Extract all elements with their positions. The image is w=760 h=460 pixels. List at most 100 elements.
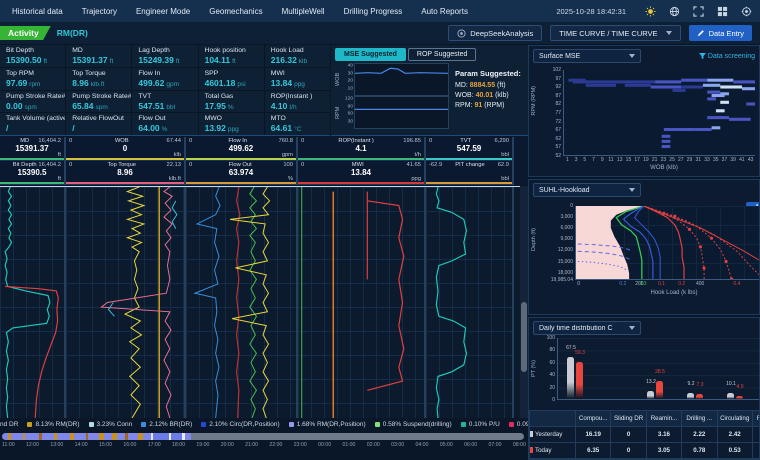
track-chart-column [186, 187, 298, 418]
bar-value-label: 10.1 [726, 381, 736, 387]
x-tick-label: 0 [577, 281, 580, 287]
metric-value: / [6, 123, 65, 133]
surface-mse-select[interactable]: Surface MSE [533, 49, 641, 63]
nav-item-geomechanics[interactable]: Geomechanics [209, 7, 262, 16]
legend-item[interactable]: 2.10% Circ(DR,Position) [201, 421, 279, 428]
data-screening-link[interactable]: Data screening [699, 53, 755, 60]
sun-icon[interactable] [645, 6, 656, 17]
mini-line-chart [355, 97, 448, 128]
metric-label: SPP [205, 70, 264, 77]
fullscreen-icon[interactable] [693, 6, 704, 17]
legend-item[interactable]: 8.13% RM(DR) [27, 421, 79, 428]
metric-cell: Flow In499.62gpm [132, 68, 197, 90]
bar-yesterday [727, 393, 734, 399]
daily-distribution-select[interactable]: Daily time distribution C [533, 321, 641, 335]
bar-yesterday [647, 391, 654, 399]
timeline-strip[interactable] [2, 433, 524, 440]
nav-item-auto-reports[interactable]: Auto Reports [421, 7, 468, 16]
track-curve-header[interactable]: 0Flow Out10063.974% [186, 161, 296, 185]
table-cell: 2.22 [682, 427, 717, 443]
activity-tabs: Activity RM(DR) [0, 22, 88, 44]
time-label: 06:00 [464, 442, 477, 448]
tracks-scrollbar[interactable] [520, 186, 528, 418]
curve-max: 62.9 [498, 162, 509, 168]
scrollbar-thumb[interactable] [521, 302, 527, 372]
x-tick-label: 1 [566, 157, 569, 163]
tab-rm-dr[interactable]: RM(DR) [57, 28, 88, 38]
track-curve-header[interactable]: MD16,404.215391.37ft [0, 137, 64, 161]
legend-label: nd DR [0, 421, 18, 428]
nav-item-multiplewell[interactable]: MultipleWell [282, 7, 325, 16]
y-tick-label: 18,000 [558, 270, 573, 276]
timeline-segment [104, 433, 112, 440]
legend-item[interactable]: 2.12% BR(DR) [141, 421, 192, 428]
track-curve-header[interactable]: -62.9PIT change62.9bbl [426, 161, 512, 185]
legend-item[interactable]: 3.23% Conn [89, 421, 133, 428]
tab-activity[interactable]: Activity [0, 26, 51, 40]
track-curve-header[interactable]: 0WOB67.440klb [66, 137, 184, 161]
timeline-segment [153, 433, 169, 440]
timeline-segment [25, 433, 38, 440]
settings-gear-icon[interactable] [741, 6, 752, 17]
hookload-select[interactable]: SUHL-Hookload [533, 183, 641, 197]
metric-cell: TVT547.51bbl [132, 91, 197, 113]
metric-unit: t/h [289, 104, 296, 111]
track-curve-header[interactable]: 0Flow In760.8499.62gpm [186, 137, 296, 161]
data-entry-button[interactable]: Data Entry [689, 25, 752, 41]
y-tick-label: 97 [555, 76, 561, 82]
curve-min: -62.9 [429, 162, 442, 168]
metric-label: Pump Stroke Rate#2 [6, 93, 65, 100]
metric-value: 216.32klb [271, 55, 330, 65]
track-curve-header[interactable]: 0MWI41.6513.84ppg [298, 161, 424, 185]
tab-rop-suggested[interactable]: ROP Suggested [408, 48, 476, 61]
legend-item[interactable]: 0.58% Suspend(drilling) [375, 421, 452, 428]
legend-item[interactable]: 0.09% P/D [509, 421, 528, 428]
legend-item[interactable]: nd DR [0, 421, 18, 428]
series-color-mark [530, 447, 533, 453]
bar-today [656, 381, 663, 399]
bar-today [736, 396, 743, 399]
metric-label: Top Torque [72, 70, 131, 77]
track-curve-header[interactable]: 0TVT6,290547.59bbl [426, 137, 512, 161]
tick-label: 40 [348, 63, 353, 68]
nav-item-engineer-mode[interactable]: Engineer Mode [136, 7, 190, 16]
x-tick-label: 19 [643, 157, 649, 163]
metric-value: 64.61°C [271, 123, 330, 133]
bar-value-label: 59.3 [575, 350, 585, 356]
grid-layout-icon[interactable] [717, 6, 728, 17]
table-cell: 2.42 [717, 427, 752, 443]
timeline-segment [117, 433, 125, 440]
table-cell: 0 [611, 443, 646, 459]
tab-mse-suggested[interactable]: MSE Suggested [335, 48, 406, 61]
curve-color-line [186, 158, 296, 160]
curve-max: 67.44 [166, 138, 181, 144]
table-cell: 3.16 [646, 427, 681, 443]
legend-item[interactable]: 1.68% RM(DR,Position) [289, 421, 366, 428]
metric-label: Hook position [205, 47, 264, 54]
y-tick-label: 92 [555, 84, 561, 90]
chevron-down-icon [629, 326, 635, 330]
track-curve-header[interactable]: 0ROP(Instant )196.854.1t/h [298, 137, 424, 161]
param-suggest-panel: MSE Suggested ROP Suggested WOB40302010R… [331, 45, 528, 136]
curve-type-select[interactable]: TIME CURVE / TIME CURVE [550, 25, 680, 41]
curve-name: PIT change [455, 162, 485, 168]
track-curves [0, 187, 64, 418]
nav-item-trajectory[interactable]: Trajectory [82, 7, 117, 16]
legend-color-chip [89, 422, 94, 427]
track-curve-header[interactable]: 0Top Torque22.138.96klb.ft [66, 161, 184, 185]
param-unit: (ft) [495, 82, 506, 89]
table-cell: 6.35 [576, 443, 611, 459]
tick-label: 10 [348, 87, 353, 92]
deepseek-analysis-button[interactable]: DeepSeekAnalysis [448, 25, 542, 41]
legend-item[interactable]: 0.10% P/U [461, 421, 500, 428]
metric-value: 104.11ft [205, 55, 264, 65]
timeline-segment [171, 433, 182, 440]
curve-value: 8.96 [66, 168, 184, 178]
friction-factor-label: 0.3 [640, 281, 647, 287]
timeline-segment [143, 433, 151, 440]
nav-item-drilling-progress[interactable]: Drilling Progress [344, 7, 403, 16]
nav-item-historical-data[interactable]: Historical data [12, 7, 63, 16]
globe-icon[interactable] [669, 6, 680, 17]
track-curve-header[interactable]: Bit Depth16,404.215390.5ft [0, 161, 64, 185]
y-tick-label: 6,000 [560, 225, 573, 231]
